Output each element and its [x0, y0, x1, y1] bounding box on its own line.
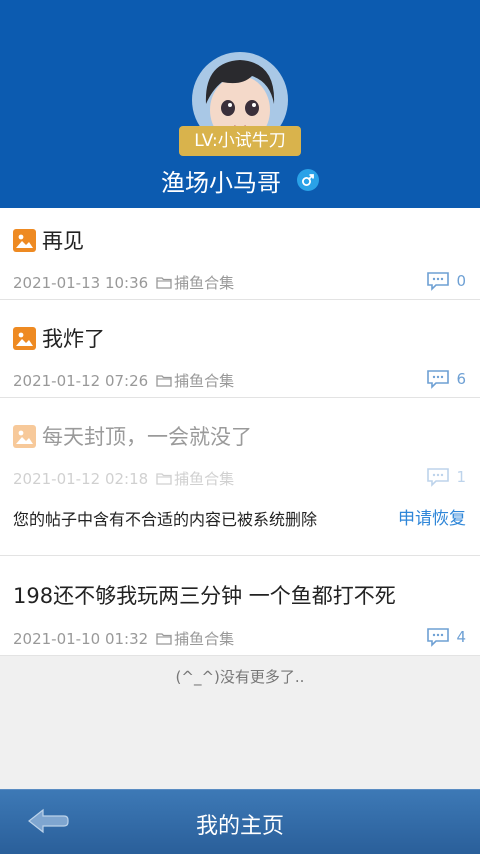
image-icon [13, 424, 36, 448]
name-row: 渔场小马哥 [0, 162, 480, 198]
male-icon [297, 169, 319, 191]
post-item[interactable]: 再见 2021-01-13 10:36 捕鱼合集 0 [0, 208, 480, 300]
comment-count-value: 6 [456, 370, 466, 388]
level-badge: LV:小试牛刀 [179, 126, 301, 156]
post-datetime: 2021-01-10 01:32 [13, 629, 149, 648]
post-meta: 2021-01-12 02:18 捕鱼合集 [13, 468, 234, 489]
folder-icon [156, 473, 172, 485]
deleted-notice: 您的帖子中含有不合适的内容已被系统删除 [13, 510, 318, 529]
post-title: 198还不够我玩两三分钟 一个鱼都打不死 [13, 584, 396, 608]
post-title: 每天封顶，一会就没了 [42, 425, 252, 449]
image-icon [13, 326, 36, 350]
bottom-bar: 我的主页 [0, 789, 480, 854]
post-category: 捕鱼合集 [174, 470, 235, 488]
comment-count: 1 [426, 467, 466, 487]
post-item-deleted[interactable]: 每天封顶，一会就没了 2021-01-12 02:18 捕鱼合集 1 您的帖子中… [0, 398, 480, 556]
list-end-text: (^_^)没有更多了.. [175, 668, 305, 686]
post-datetime: 2021-01-13 10:36 [13, 273, 149, 292]
post-meta: 2021-01-13 10:36 捕鱼合集 [13, 272, 234, 293]
post-title-row: 再见 [13, 225, 84, 255]
post-title: 再见 [42, 229, 84, 253]
folder-icon [156, 375, 172, 387]
post-title-row: 198还不够我玩两三分钟 一个鱼都打不死 [13, 580, 396, 610]
restore-request-link[interactable]: 申请恢复 [398, 504, 466, 529]
username: 渔场小马哥 [161, 168, 281, 197]
post-item[interactable]: 我炸了 2021-01-12 07:26 捕鱼合集 6 [0, 300, 480, 398]
comment-icon [427, 468, 450, 487]
post-category[interactable]: 捕鱼合集 [174, 370, 234, 391]
comment-count[interactable]: 4 [426, 627, 466, 647]
post-meta: 2021-01-12 07:26 捕鱼合集 [13, 370, 234, 391]
comment-icon [427, 628, 450, 647]
comment-icon [427, 370, 450, 389]
comment-icon [427, 272, 450, 291]
post-item[interactable]: 198还不够我玩两三分钟 一个鱼都打不死 2021-01-10 01:32 捕鱼… [0, 556, 480, 656]
post-title: 我炸了 [42, 327, 105, 351]
folder-icon [156, 633, 172, 645]
comment-count-value: 1 [456, 468, 466, 486]
comment-count-value: 0 [456, 272, 466, 290]
post-category[interactable]: 捕鱼合集 [174, 272, 234, 293]
post-meta: 2021-01-10 01:32 捕鱼合集 [13, 628, 234, 649]
image-icon [13, 228, 36, 252]
post-title-row: 我炸了 [13, 323, 105, 353]
post-title-row: 每天封顶，一会就没了 [13, 421, 252, 451]
comment-count-value: 4 [456, 628, 466, 646]
post-category[interactable]: 捕鱼合集 [174, 628, 234, 649]
folder-icon [156, 277, 172, 289]
post-datetime: 2021-01-12 07:26 [13, 371, 149, 390]
comment-count[interactable]: 0 [426, 271, 466, 291]
comment-count[interactable]: 6 [426, 369, 466, 389]
post-datetime: 2021-01-12 02:18 [13, 469, 149, 488]
page-title: 我的主页 [195, 814, 284, 839]
profile-header: LV:小试牛刀 渔场小马哥 [0, 0, 480, 208]
